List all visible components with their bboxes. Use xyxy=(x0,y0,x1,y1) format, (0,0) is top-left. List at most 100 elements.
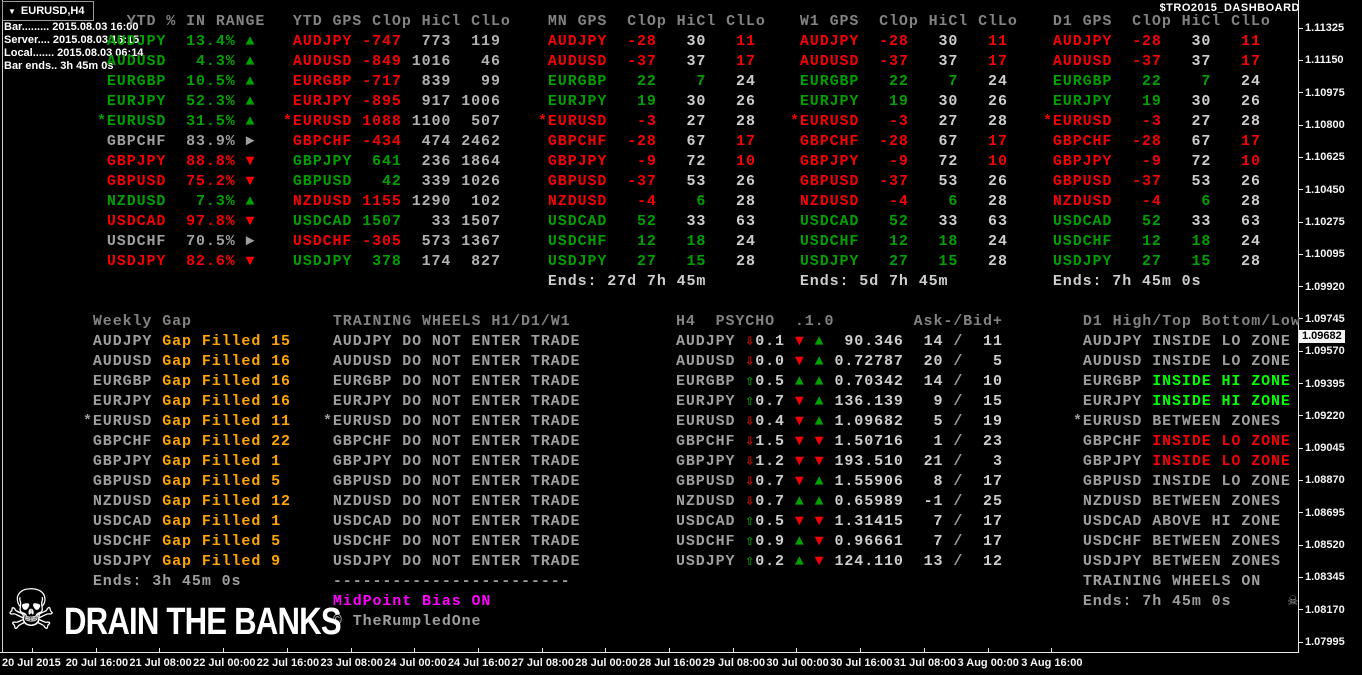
down-block-arrow-icon: ⇩ xyxy=(745,493,756,510)
cell: USDJPY xyxy=(1043,253,1113,270)
table-row: EURJPY DO NOT ENTER TRADE xyxy=(323,392,580,412)
cell: NZDUSD xyxy=(790,193,860,210)
axis-tick xyxy=(223,648,225,652)
table-row: Ends: 7h 45m 0s xyxy=(1073,592,1301,612)
cell: 2462 xyxy=(451,133,501,150)
price-value: 1.09045 xyxy=(1305,442,1345,455)
price-value: 1.07995 xyxy=(1305,636,1345,649)
table-row: USDCHF ⇧0.9 ▲ ▼ 0.96661 7 / 17 xyxy=(676,532,1003,552)
cell: / xyxy=(943,473,964,490)
cell: USDCAD xyxy=(97,213,167,230)
cell: 119 xyxy=(451,33,501,50)
time-axis-label: 3 Aug 16:00 xyxy=(1021,657,1083,669)
axis-tick xyxy=(732,648,734,652)
cell: 22 xyxy=(607,73,657,90)
price-value: 1.08520 xyxy=(1305,539,1345,552)
table-row: GBPJPY -9 72 10 xyxy=(538,152,766,172)
cell: 12 xyxy=(963,553,1003,570)
cell: GBPUSD xyxy=(790,173,860,190)
price-axis-label: 1.09920 xyxy=(1299,281,1345,293)
cell: / xyxy=(943,393,964,410)
cell: USDJPY xyxy=(676,553,746,570)
cell: -434 xyxy=(352,133,402,150)
cell: 0.7 xyxy=(755,473,785,490)
table-row: GBPUSD 42 339 1026 xyxy=(283,172,511,192)
table-row: GBPUSD 75.2% ▼ xyxy=(97,172,265,192)
cell: 28 xyxy=(1211,113,1261,130)
cell: GBPUSD xyxy=(676,473,746,490)
cell: GBPCHF xyxy=(283,133,353,150)
table-row: EURJPY 19 30 26 xyxy=(1043,92,1271,112)
table-row: AUDJPY Gap Filled 15 xyxy=(83,332,291,352)
cell: 63 xyxy=(706,213,756,230)
axis-tick xyxy=(1051,648,1053,652)
training-wheels-section: TRAINING WHEELS H1/D1/W1 AUDJPY DO NOT E… xyxy=(323,312,580,632)
cell: AUDJPY xyxy=(538,33,608,50)
cell: 31.5% xyxy=(166,113,236,130)
table-row: GBPJPY DO NOT ENTER TRADE xyxy=(323,452,580,472)
cell: GBPJPY xyxy=(97,153,167,170)
up-arrow-icon: ▲ xyxy=(804,333,825,350)
down-arrow-icon: ▼ xyxy=(804,453,825,470)
cell: GBPJPY xyxy=(1073,453,1143,470)
h4-psycho-section: H4 PSYCHO .1.0 Ask-/Bid+ AUDJPY ⇩0.1 ▼ ▲ … xyxy=(676,312,1003,572)
cell: 1290 xyxy=(401,193,452,210)
cell: 10.5% xyxy=(166,73,236,90)
cell: 236 xyxy=(401,153,452,170)
cell: 13.4% xyxy=(166,33,236,50)
cell: GBPUSD xyxy=(1073,473,1143,490)
cell: 21 xyxy=(903,453,944,470)
cell: 14 xyxy=(903,333,944,350)
table-row: USDCAD 97.8% ▼ xyxy=(97,212,265,232)
cell: AUDUSD xyxy=(83,353,153,370)
cell: EURGBP xyxy=(323,373,393,390)
cell: GBPUSD xyxy=(538,173,608,190)
table-row: GBPJPY 641 236 1864 xyxy=(283,152,511,172)
time-axis-label: 23 Jul 08:00 xyxy=(320,657,383,669)
cell: DO NOT ENTER TRADE xyxy=(392,453,581,470)
cell: *EURUSD xyxy=(283,113,353,130)
cell: 28 xyxy=(706,253,756,270)
table-row: NZDUSD Gap Filled 12 xyxy=(83,492,291,512)
down-arrow-icon: ▼ xyxy=(784,453,805,470)
cell: Gap Filled 12 xyxy=(152,493,291,510)
up-arrow-icon: ▲ xyxy=(235,93,256,110)
cell: 4.3% xyxy=(166,53,236,70)
symbol-tab[interactable]: ▼ EURUSD,H4 xyxy=(2,1,94,21)
table-row: NZDUSD -4 6 28 xyxy=(538,192,766,212)
up-arrow-icon: ▲ xyxy=(804,353,825,370)
cell: USDCHF xyxy=(83,533,153,550)
cell: 3 xyxy=(963,453,1003,470)
cell: 1.09682 xyxy=(824,413,904,430)
cell: 839 xyxy=(401,73,452,90)
cell: 1507 xyxy=(352,213,402,230)
cell: AUDUSD xyxy=(323,353,393,370)
cell: USDCAD xyxy=(538,213,608,230)
table-row: AUDUSD 4.3% ▲ xyxy=(97,52,265,72)
cell: 0.5 xyxy=(755,373,785,390)
cell: / xyxy=(943,433,964,450)
cell: 7 xyxy=(1161,73,1212,90)
right-arrow-icon: ► xyxy=(235,233,256,250)
cell: 25 xyxy=(963,493,1003,510)
table-row: USDCAD 1507 33 1507 xyxy=(283,212,511,232)
cell: 1006 xyxy=(451,93,501,110)
cell: 99 xyxy=(451,73,501,90)
cell: DO NOT ENTER TRADE xyxy=(392,413,581,430)
table-row: EURGBP ⇧0.5 ▲ ▲ 0.70342 14 / 10 xyxy=(676,372,1003,392)
time-axis-label: 29 Jul 08:00 xyxy=(702,657,766,669)
cell: USDCAD xyxy=(323,513,393,530)
axis-tick xyxy=(32,648,33,652)
cell: BETWEEN ZONES xyxy=(1142,493,1281,510)
cell: 0.9 xyxy=(755,533,785,550)
cell: EURJPY xyxy=(83,393,153,410)
cell: 7 xyxy=(903,533,944,550)
table-row: USDCAD DO NOT ENTER TRADE xyxy=(323,512,580,532)
cell: 53 xyxy=(1161,173,1212,190)
table-row: NZDUSD ⇩0.7 ▲ ▲ 0.65989 -1 / 25 xyxy=(676,492,1003,512)
up-arrow-icon: ▲ xyxy=(784,373,805,390)
cell: AUDJPY xyxy=(790,33,860,50)
cell: 1.31415 xyxy=(824,513,904,530)
cell: 27 xyxy=(908,113,959,130)
cell: 27 xyxy=(1112,253,1162,270)
